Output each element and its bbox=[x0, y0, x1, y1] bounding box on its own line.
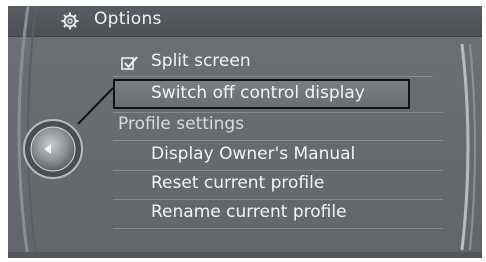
display-screen: Options Split screen Switch off control … bbox=[8, 6, 482, 258]
profile-settings-heading: Profile settings bbox=[118, 114, 245, 134]
controller-knob-icon[interactable] bbox=[22, 118, 84, 180]
rename-current-profile-item[interactable]: Rename current profile bbox=[151, 202, 347, 222]
checkbox-checked-icon[interactable] bbox=[121, 55, 139, 71]
divider bbox=[113, 76, 433, 77]
bottom-strip bbox=[8, 252, 482, 258]
display-owners-manual-item[interactable]: Display Owner's Manual bbox=[151, 144, 355, 164]
divider bbox=[113, 170, 443, 171]
split-screen-item[interactable]: Split screen bbox=[151, 51, 251, 71]
divider bbox=[113, 140, 443, 141]
switch-off-control-display-item[interactable]: Switch off control display bbox=[151, 83, 365, 103]
scroll-track[interactable] bbox=[458, 36, 482, 258]
title-bar: Options bbox=[8, 6, 482, 37]
reset-current-profile-item[interactable]: Reset current profile bbox=[151, 173, 324, 193]
page-title: Options bbox=[94, 9, 162, 29]
divider bbox=[113, 228, 443, 229]
divider bbox=[113, 199, 443, 200]
divider bbox=[113, 112, 443, 113]
